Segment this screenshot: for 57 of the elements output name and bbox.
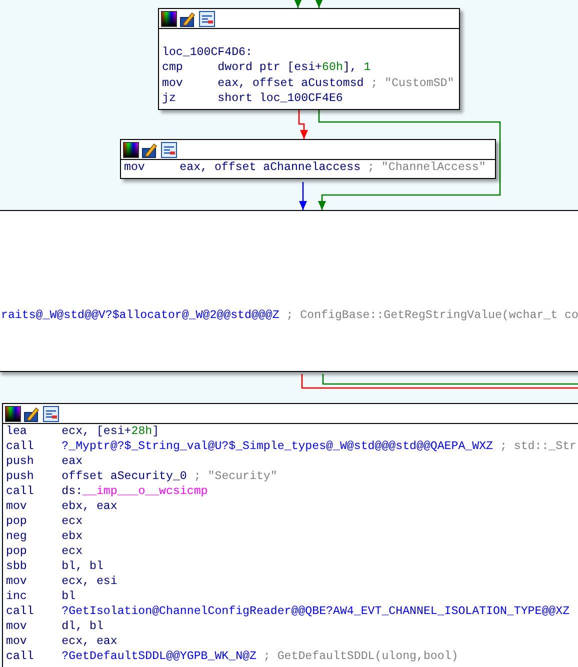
- code-block[interactable]: raits@_W@std@@V?$allocator@_W@2@@std@@@Z ; ConfigBase::GetRegStringValue(wchar_t co: [0, 210, 578, 372]
- code-mnemonic: mov: [6, 499, 28, 514]
- code-mnemonic: lea: [6, 424, 28, 439]
- code-mnemonic: call: [6, 649, 35, 664]
- code-operands: ds:__imp___o__wcsicmp: [62, 484, 208, 499]
- graph-view-icon[interactable]: [43, 406, 59, 422]
- code-mnemonic: sbb: [6, 559, 28, 574]
- code-operands: ebx: [62, 529, 83, 544]
- code-mnemonic: call: [6, 439, 35, 454]
- code-operands: raits@_W@std@@V?$allocator@_W@2@@std@@@Z ; ConfigBase::GetRegStringValue(wchar_t co: [1, 308, 578, 324]
- code-mnemonic: cmp: [162, 60, 184, 76]
- flow-arrow: [299, 182, 307, 210]
- code-operands: eax, offset aCustomsd ; "CustomSD": [218, 76, 454, 91]
- pencil-icon[interactable]: [142, 142, 158, 158]
- code-operands: ecx, [esi+28h]: [62, 424, 160, 439]
- code-operands: bl, bl: [62, 559, 104, 574]
- code-mnemonic: mov: [162, 76, 184, 91]
- code-mnemonic: jz: [162, 91, 177, 106]
- code-block[interactable]: loc_100CF4D6: cmp dword ptr [esi+60h], 1 mov eax, offset aCustomsd ; "CustomSD" jz short loc_100CF4E6: [158, 8, 460, 110]
- code-mnemonic: inc: [6, 589, 28, 604]
- code-mnemonic: mov: [6, 574, 28, 589]
- code-operands: eax, offset aChannelaccess ; "ChannelAccess": [180, 160, 486, 176]
- code-mnemonic: pop: [6, 544, 28, 559]
- code-operands: bl: [62, 589, 76, 604]
- code-operands: dl, bl: [62, 619, 104, 634]
- code-operands: eax: [62, 454, 83, 469]
- code-operands: ecx: [62, 544, 83, 559]
- code-operands: ecx, esi: [62, 574, 118, 589]
- code-operands: offset aSecurity_0 ; "Security": [62, 469, 278, 484]
- pencil-icon[interactable]: [180, 11, 196, 27]
- code-mnemonic: call: [6, 484, 35, 499]
- code-mnemonic: mov: [6, 619, 28, 634]
- code-mnemonic: neg: [6, 529, 28, 544]
- code-operands: ?_Myptr@?$_String_val@U?$_Simple_types@_W@std@@@std@@QAEPA_WXZ ; std::_Str: [62, 439, 577, 454]
- code-mnemonic: call: [6, 604, 35, 619]
- code-block[interactable]: mov eax, offset aChannelaccess ; "ChannelAccess": [120, 139, 496, 178]
- graph-view-icon[interactable]: [161, 142, 177, 158]
- code-mnemonic: push: [6, 469, 35, 484]
- code-mnemonic: push: [6, 454, 35, 469]
- code-operands: ecx: [62, 514, 83, 529]
- code-mnemonic: pop: [6, 514, 28, 529]
- color-palette-icon[interactable]: [123, 142, 139, 158]
- code-operands: short loc_100CF4E6: [218, 91, 343, 106]
- color-palette-icon[interactable]: [161, 11, 177, 27]
- flow-arrow: [298, 110, 308, 139]
- code-operands: ?GetIsolation@ChannelConfigReader@@QBE?AW4_EVT_CHANNEL_ISOLATION_TYPE@@XZ: [62, 604, 570, 619]
- code-mnemonic: mov: [6, 634, 28, 649]
- code-block[interactable]: [2, 403, 578, 667]
- code-label: loc_100CF4D6:: [162, 46, 252, 58]
- code-operands: ebx, eax: [62, 499, 118, 514]
- code-mnemonic: mov: [124, 160, 146, 176]
- code-operands: dword ptr [esi+60h], 1: [218, 60, 371, 76]
- color-palette-icon[interactable]: [5, 406, 21, 422]
- graph-view-icon[interactable]: [199, 11, 215, 27]
- pencil-icon[interactable]: [24, 406, 40, 422]
- code-operands: ecx, eax: [62, 634, 118, 649]
- code-operands: ?GetDefaultSDDL@@YGPB_WK_N@Z ; GetDefaultSDDL(ulong,bool): [62, 649, 458, 664]
